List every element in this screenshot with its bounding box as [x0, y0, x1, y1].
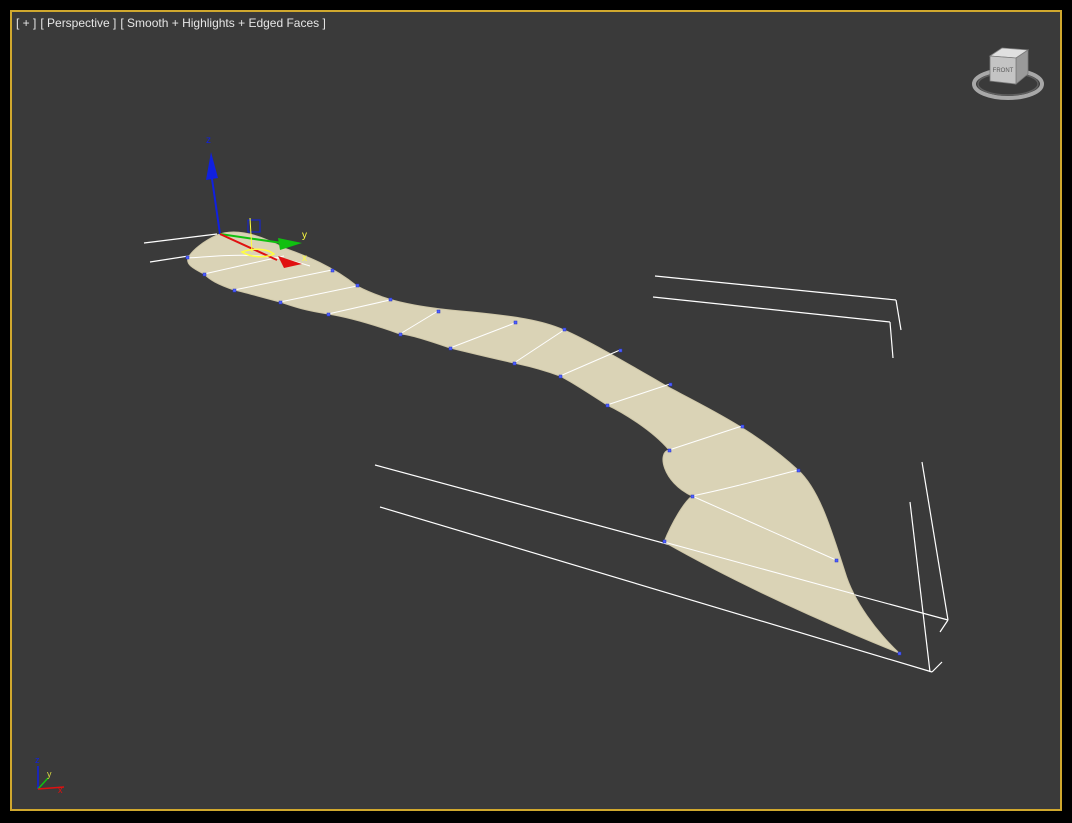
world-y-label: y — [47, 769, 52, 779]
bbox-line — [889, 321, 894, 359]
vertex[interactable] — [668, 382, 673, 387]
vertex[interactable] — [562, 327, 567, 332]
vertex[interactable] — [398, 332, 403, 337]
vertex[interactable] — [618, 348, 623, 353]
bbox-line — [909, 501, 931, 673]
bbox-line — [654, 275, 897, 301]
vertex[interactable] — [388, 297, 393, 302]
vertex[interactable] — [232, 288, 237, 293]
vertex[interactable] — [662, 539, 667, 544]
vertex[interactable] — [796, 468, 801, 473]
world-axis-tripod: z y x — [35, 755, 65, 795]
bbox-line — [921, 461, 949, 621]
vertex[interactable] — [834, 558, 839, 563]
viewcube[interactable]: FRONT — [970, 44, 1046, 104]
viewport-label: [ + ] [ Perspective ] [ Smooth + Highlig… — [16, 16, 326, 30]
vertex[interactable] — [897, 651, 902, 656]
vertex[interactable] — [558, 374, 563, 379]
viewport-view-label[interactable]: [ Perspective ] — [40, 16, 116, 30]
gizmo-z-label: z — [206, 135, 211, 146]
vertex[interactable] — [512, 361, 517, 366]
vertex[interactable] — [667, 448, 672, 453]
bbox-line — [652, 296, 891, 323]
vertex[interactable] — [330, 268, 335, 273]
perspective-viewport[interactable]: z y x z y x [ + ] [ Perspective ] [ Smoo… — [10, 10, 1062, 811]
world-x-label: x — [58, 785, 63, 795]
bbox-line — [939, 619, 949, 633]
vertex[interactable] — [326, 312, 331, 317]
gizmo-y-label: y — [302, 230, 307, 241]
bbox-line — [374, 464, 949, 621]
gizmo-y-arrow[interactable] — [278, 238, 302, 250]
vertex[interactable] — [355, 283, 360, 288]
vertex[interactable] — [448, 346, 453, 351]
viewcube-front-label: FRONT — [993, 68, 1014, 74]
viewport-shading-label[interactable]: [ Smooth + Highlights + Edged Faces ] — [120, 16, 325, 30]
vertex[interactable] — [202, 272, 207, 277]
gizmo-z-arrow[interactable] — [206, 152, 218, 180]
viewport-menu-label[interactable]: [ + ] — [16, 16, 36, 30]
vertex[interactable] — [605, 403, 610, 408]
scene-canvas[interactable]: z y x z y x — [12, 12, 1060, 809]
gizmo-x-label: x — [302, 253, 307, 264]
world-y-axis — [37, 777, 49, 790]
vertex[interactable] — [185, 255, 190, 260]
vertex[interactable] — [436, 309, 441, 314]
spline-surface[interactable] — [187, 231, 900, 654]
bbox-line — [931, 661, 943, 673]
vertex[interactable] — [690, 494, 695, 499]
vertex[interactable] — [278, 300, 283, 305]
bbox-line — [895, 299, 902, 331]
vertex[interactable] — [513, 320, 518, 325]
gizmo-z-axis[interactable] — [210, 171, 221, 235]
world-z-label: z — [35, 755, 40, 765]
vertex[interactable] — [740, 424, 745, 429]
